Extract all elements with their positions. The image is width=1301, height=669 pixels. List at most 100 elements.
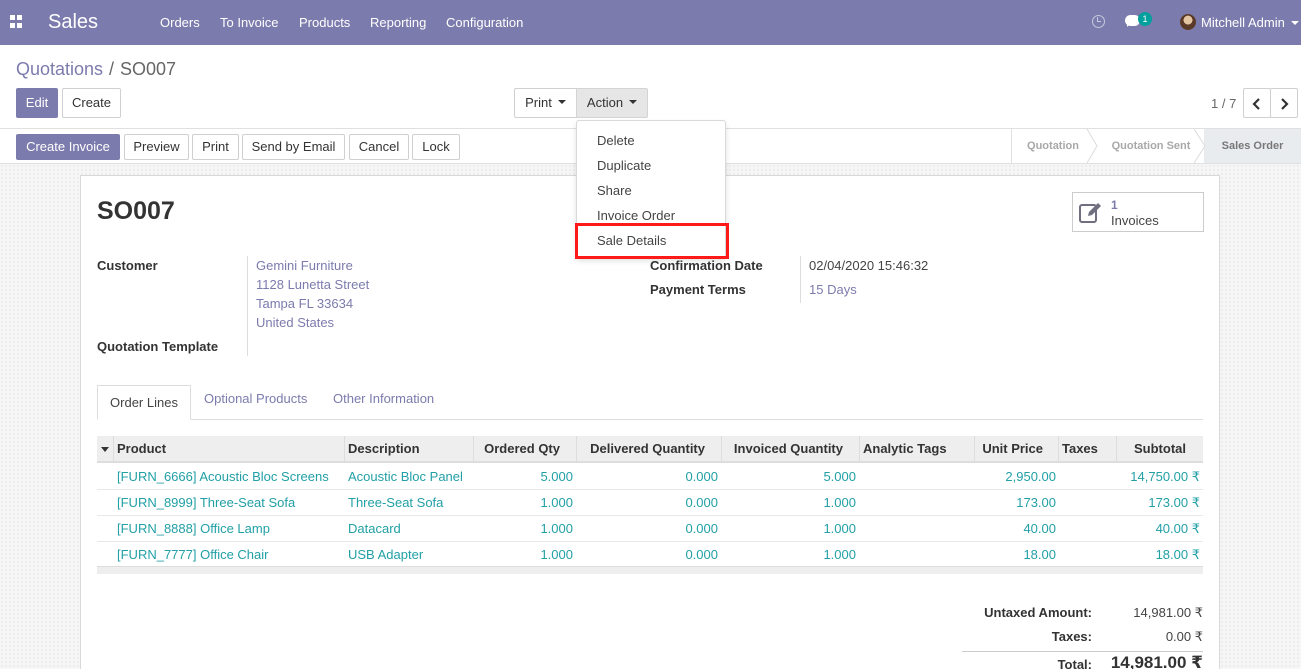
print-dropdown-button[interactable]: Print bbox=[514, 88, 577, 118]
cell-invoiced-qty: 5.000 bbox=[823, 469, 856, 484]
payment-terms-value[interactable]: 15 Days bbox=[809, 282, 857, 297]
menu-configuration[interactable]: Configuration bbox=[446, 15, 523, 30]
caret-down-icon[interactable] bbox=[101, 447, 109, 452]
cell-product: [FURN_8999] Three-Seat Sofa bbox=[117, 495, 296, 510]
cell-subtotal: 18.00 ₹ bbox=[1155, 547, 1200, 562]
customer-name[interactable]: Gemini Furniture bbox=[256, 258, 353, 273]
column-divider bbox=[974, 436, 975, 461]
cell-subtotal: 14,750.00 ₹ bbox=[1130, 469, 1200, 484]
chat-count-badge: 1 bbox=[1138, 12, 1152, 26]
column-divider bbox=[1116, 436, 1117, 461]
menu-item-duplicate[interactable]: Duplicate bbox=[597, 158, 651, 173]
confirmation-date-label: Confirmation Date bbox=[650, 258, 763, 273]
table-row[interactable]: [FURN_6666] Acoustic Bloc Screens Acoust… bbox=[97, 464, 1203, 490]
breadcrumb-separator: / bbox=[109, 59, 115, 79]
cell-product: [FURN_6666] Acoustic Bloc Screens bbox=[117, 469, 329, 484]
invoices-label: Invoices bbox=[1111, 213, 1159, 228]
action-dropdown-button[interactable]: Action bbox=[576, 88, 648, 118]
menu-item-delete[interactable]: Delete bbox=[597, 133, 635, 148]
total-label: Total: bbox=[1057, 657, 1092, 669]
menu-to-invoice[interactable]: To Invoice bbox=[220, 15, 279, 30]
cell-description: Datacard bbox=[348, 521, 401, 536]
cell-product: [FURN_7777] Office Chair bbox=[117, 547, 269, 562]
taxes-label: Taxes: bbox=[1051, 629, 1092, 644]
cell-invoiced-qty: 1.000 bbox=[823, 547, 856, 562]
stage-separator-icon bbox=[1194, 129, 1206, 163]
quotation-template-label: Quotation Template bbox=[97, 339, 219, 354]
lock-button[interactable]: Lock bbox=[412, 134, 460, 160]
table-row[interactable]: [FURN_8888] Office Lamp Datacard 1.000 0… bbox=[97, 516, 1203, 542]
untaxed-amount-label: Untaxed Amount: bbox=[984, 605, 1092, 620]
invoices-smart-button[interactable]: 1 Invoices bbox=[1072, 192, 1204, 232]
column-product[interactable]: Product bbox=[117, 441, 166, 456]
stage-sales-order[interactable]: Sales Order bbox=[1204, 129, 1301, 163]
pager-previous-button[interactable] bbox=[1243, 88, 1271, 118]
cancel-button[interactable]: Cancel bbox=[349, 134, 409, 160]
avatar[interactable] bbox=[1180, 14, 1196, 30]
pager-next-button[interactable] bbox=[1270, 88, 1298, 118]
create-invoice-button[interactable]: Create Invoice bbox=[16, 134, 120, 160]
column-taxes[interactable]: Taxes bbox=[1062, 441, 1098, 456]
column-ordered-qty[interactable]: Ordered Qty bbox=[484, 441, 560, 456]
table-footer bbox=[97, 566, 1203, 574]
menu-orders[interactable]: Orders bbox=[160, 15, 200, 30]
column-invoiced-qty[interactable]: Invoiced Quantity bbox=[734, 441, 843, 456]
apps-grid-icon[interactable] bbox=[10, 15, 23, 28]
send-by-email-button[interactable]: Send by Email bbox=[242, 134, 345, 160]
totals-divider bbox=[962, 651, 1203, 652]
action-label: Action bbox=[586, 95, 624, 110]
column-divider bbox=[1058, 436, 1059, 461]
stage-quotation[interactable]: Quotation bbox=[1012, 129, 1094, 163]
user-menu[interactable]: Mitchell Admin bbox=[1201, 15, 1285, 30]
cell-subtotal: 40.00 ₹ bbox=[1155, 521, 1200, 536]
menu-item-share[interactable]: Share bbox=[597, 183, 632, 198]
cell-description: USB Adapter bbox=[348, 547, 424, 562]
cell-delivered-qty: 0.000 bbox=[685, 521, 718, 536]
menu-item-invoice-order[interactable]: Invoice Order bbox=[597, 208, 675, 223]
breadcrumb-quotations[interactable]: Quotations bbox=[16, 59, 103, 80]
column-analytic-tags[interactable]: Analytic Tags bbox=[863, 441, 947, 456]
customer-label: Customer bbox=[97, 258, 158, 273]
column-subtotal[interactable]: Subtotal bbox=[1134, 441, 1186, 456]
cell-description: Acoustic Bloc Panel bbox=[348, 469, 463, 484]
edit-button[interactable]: Edit bbox=[16, 88, 58, 118]
tab-bar-line bbox=[97, 419, 1203, 420]
cell-invoiced-qty: 1.000 bbox=[823, 521, 856, 536]
menu-reporting[interactable]: Reporting bbox=[370, 15, 426, 30]
table-row[interactable]: [FURN_7777] Office Chair USB Adapter 1.0… bbox=[97, 542, 1203, 568]
stage-quotation-sent[interactable]: Quotation Sent bbox=[1098, 129, 1204, 163]
untaxed-amount-value: 14,981.00 ₹ bbox=[1133, 605, 1203, 620]
column-divider bbox=[859, 436, 860, 461]
app-title[interactable]: Sales bbox=[48, 11, 98, 34]
stage-separator-icon bbox=[1086, 129, 1098, 163]
tab-order-lines[interactable]: Order Lines bbox=[97, 385, 191, 420]
field-divider bbox=[247, 256, 248, 356]
menu-products[interactable]: Products bbox=[299, 15, 350, 30]
column-unit-price[interactable]: Unit Price bbox=[982, 441, 1043, 456]
column-delivered-qty[interactable]: Delivered Quantity bbox=[590, 441, 705, 456]
column-description[interactable]: Description bbox=[348, 441, 420, 456]
tab-other-information[interactable]: Other Information bbox=[333, 391, 434, 406]
table-row[interactable]: [FURN_8999] Three-Seat Sofa Three-Seat S… bbox=[97, 490, 1203, 516]
field-divider bbox=[800, 256, 801, 303]
column-divider bbox=[113, 436, 114, 461]
cell-invoiced-qty: 1.000 bbox=[823, 495, 856, 510]
pager-value[interactable]: 1 / 7 bbox=[1211, 96, 1236, 111]
clock-icon[interactable] bbox=[1092, 15, 1105, 28]
order-lines-header: Product Description Ordered Qty Delivere… bbox=[97, 436, 1203, 463]
customer-city: Tampa FL 33634 bbox=[256, 296, 354, 311]
create-button[interactable]: Create bbox=[62, 88, 121, 118]
cell-unit-price: 18.00 bbox=[1023, 547, 1056, 562]
payment-terms-label: Payment Terms bbox=[650, 282, 746, 297]
column-divider bbox=[473, 436, 474, 461]
cell-unit-price: 173.00 bbox=[1016, 495, 1056, 510]
confirmation-date-value: 02/04/2020 15:46:32 bbox=[809, 258, 929, 273]
top-navbar: Sales Orders To Invoice Products Reporti… bbox=[0, 0, 1301, 45]
highlight-box bbox=[575, 223, 729, 259]
customer-street: 1128 Lunetta Street bbox=[256, 277, 370, 292]
preview-button[interactable]: Preview bbox=[124, 134, 189, 160]
print-button[interactable]: Print bbox=[192, 134, 239, 160]
tab-optional-products[interactable]: Optional Products bbox=[204, 391, 307, 406]
caret-down-icon[interactable] bbox=[1291, 21, 1299, 25]
taxes-value: 0.00 ₹ bbox=[1165, 629, 1203, 644]
